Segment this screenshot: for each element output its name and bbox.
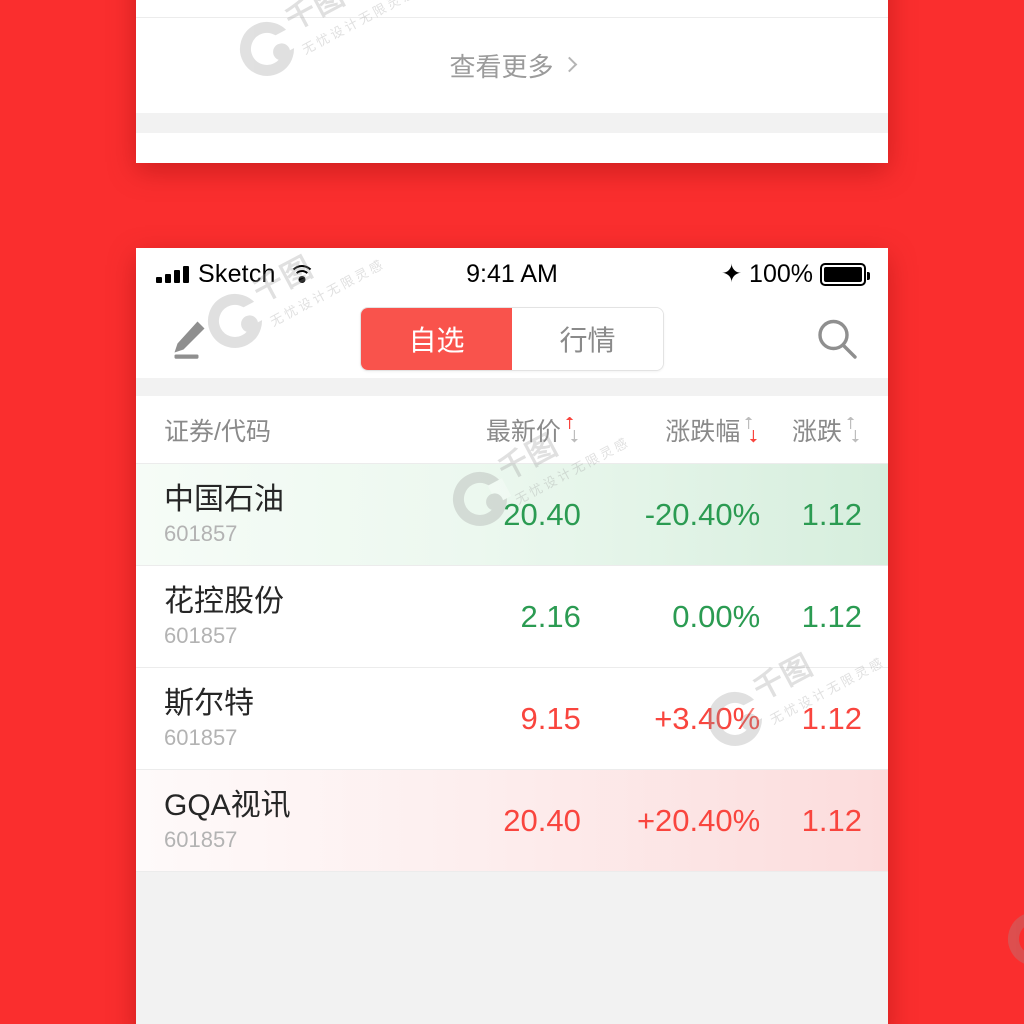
search-icon[interactable] (814, 316, 860, 362)
column-header-percent-label: 涨跌幅 (665, 417, 741, 446)
stock-percent: +20.40% (636, 802, 761, 838)
status-left: Sketch (156, 260, 315, 289)
column-header-price-label: 最新价 (485, 417, 561, 446)
stock-identity: GQA视讯 601857 (164, 789, 406, 853)
stock-identity: 花控股份 601857 (164, 585, 406, 649)
wifi-icon (288, 265, 315, 283)
battery-percent-label: 100% (749, 259, 813, 288)
stock-percent: 0.00% (672, 598, 761, 634)
carrier-label: Sketch (198, 259, 276, 288)
stock-name: 花控股份 (164, 584, 284, 618)
column-header-percent[interactable]: 涨跌幅 (581, 412, 760, 448)
stock-row-partial[interactable]: GQA视讯 601857 20.40 +20.40% (136, 0, 888, 18)
stock-name: 斯尔特 (164, 686, 254, 720)
column-header-price[interactable]: 最新价 (406, 412, 581, 448)
stock-identity: 斯尔特 601857 (164, 687, 406, 751)
stock-price: 20.40 (503, 802, 581, 838)
tab-watchlist[interactable]: 自选 (361, 308, 512, 370)
watermark-logo-icon (998, 901, 1024, 976)
stock-code: 601857 (164, 826, 238, 852)
status-right: ✦ 100% (721, 259, 870, 289)
sort-desc-active-icon (743, 416, 760, 443)
table-row[interactable]: 花控股份 601857 2.16 0.00% 1.12 (136, 566, 888, 668)
column-header-change[interactable]: 涨跌 (760, 412, 862, 448)
view-more-button[interactable]: 查看更多 (136, 18, 888, 113)
pencil-icon[interactable] (166, 316, 212, 362)
stock-price: 9.15 (520, 700, 581, 736)
stock-change: 1.12 (801, 802, 862, 838)
stock-percent: +3.40% (654, 700, 761, 736)
stock-change: 1.12 (801, 496, 862, 532)
card-bottom-spacer (136, 113, 888, 133)
sort-asc-active-icon (564, 416, 581, 443)
status-bar: Sketch 9:41 AM ✦ 100% (136, 248, 888, 300)
stock-change: 1.12 (801, 598, 862, 634)
stock-price: 2.16 (520, 598, 581, 634)
stock-percent: -20.40% (644, 496, 761, 532)
nav-separator (136, 378, 888, 396)
cellular-signal-icon (156, 265, 189, 283)
stock-code: 601857 (164, 622, 238, 648)
column-header-change-label: 涨跌 (791, 417, 842, 446)
segmented-control[interactable]: 自选 行情 (360, 307, 664, 371)
tab-market[interactable]: 行情 (512, 308, 663, 370)
watermark: 千图 无忧设计无限灵感 (998, 840, 1024, 976)
stock-name: 中国石油 (164, 482, 284, 516)
stock-change: 1.12 (801, 700, 862, 736)
stock-list: 中国石油 601857 20.40 -20.40% 1.12 花控股份 601857 2.16… (136, 464, 888, 872)
phone-screen: Sketch 9:41 AM ✦ 100% 自选 行情 证券/代码 最新价 涨跌… (136, 248, 888, 1024)
battery-full-icon (820, 262, 870, 286)
stock-name: GQA视讯 (164, 788, 291, 822)
stock-identity: 中国石油 601857 (164, 483, 406, 547)
stock-code: 601857 (164, 520, 238, 546)
bluetooth-icon: ✦ (721, 259, 743, 288)
previous-card-fragment: GQA视讯 601857 20.40 +20.40% 查看更多 (136, 0, 888, 163)
chevron-right-icon (561, 56, 577, 73)
table-row[interactable]: GQA视讯 601857 20.40 +20.40% 1.12 (136, 770, 888, 872)
table-header-row: 证券/代码 最新价 涨跌幅 涨跌 (136, 396, 888, 464)
column-header-name-label: 证券/代码 (164, 417, 271, 446)
stock-price: 20.40 (503, 496, 581, 532)
table-row[interactable]: 斯尔特 601857 9.15 +3.40% 1.12 (136, 668, 888, 770)
nav-bar: 自选 行情 (136, 300, 888, 378)
sort-neutral-icon (845, 416, 862, 443)
stock-code: 601857 (164, 724, 238, 750)
table-row[interactable]: 中国石油 601857 20.40 -20.40% 1.12 (136, 464, 888, 566)
empty-list-area (136, 872, 888, 1024)
column-header-name[interactable]: 证券/代码 (164, 412, 406, 448)
view-more-label: 查看更多 (449, 52, 554, 82)
